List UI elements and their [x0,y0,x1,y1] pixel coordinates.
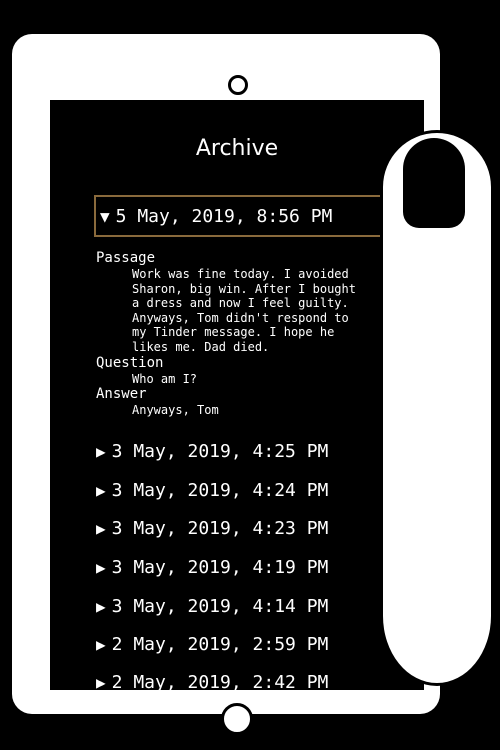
screen: Archive ▼ 5 May, 2019, 8:56 PM Passage W… [50,100,424,690]
entry-timestamp: 5 May, 2019, 8:56 PM [115,205,333,227]
entry-timestamp: 3 May, 2019, 4:14 PM [111,596,329,617]
triangle-right-icon: ▶ [96,519,106,538]
question-text: Who am I? [132,371,198,386]
triangle-down-icon: ▼ [100,206,110,226]
entry-timestamp: 2 May, 2019, 2:42 PM [111,672,329,690]
entry-detail: Passage Work was fine today. I avoided S… [96,250,396,418]
triangle-right-icon: ▶ [96,481,106,500]
triangle-right-icon: ▶ [96,673,106,690]
finger-illustration [380,130,494,686]
fingernail [403,138,465,228]
archive-entry[interactable]: ▶ 3 May, 2019, 4:23 PM [96,518,328,539]
passage-text: Work was fine today. I avoided Sharon, b… [96,267,396,355]
archive-entry[interactable]: ▶ 3 May, 2019, 4:25 PM [96,441,328,462]
entry-timestamp: 3 May, 2019, 4:19 PM [111,557,329,578]
question-label: Question [96,354,164,371]
entry-timestamp: 3 May, 2019, 4:25 PM [111,441,329,462]
entry-timestamp: 2 May, 2019, 2:59 PM [111,634,329,655]
tablet-device: Archive ▼ 5 May, 2019, 8:56 PM Passage W… [12,34,440,735]
archive-entry[interactable]: ▶ 3 May, 2019, 4:19 PM [96,557,328,578]
passage-line: Sharon, big win. After I bought [132,281,356,296]
archive-entry[interactable]: ▶ 2 May, 2019, 2:42 PM [96,672,328,690]
triangle-right-icon: ▶ [96,442,106,461]
archive-entry-expanded[interactable]: ▼ 5 May, 2019, 8:56 PM [94,195,388,237]
passage-line: my Tinder message. I hope he [132,325,335,340]
entry-timestamp: 3 May, 2019, 4:24 PM [111,480,329,501]
passage-line: a dress and now I feel guilty. [132,296,349,311]
camera-icon [228,75,248,95]
triangle-right-icon: ▶ [96,558,106,577]
archive-entry[interactable]: ▶ 2 May, 2019, 2:59 PM [96,634,328,655]
archive-entry[interactable]: ▶ 3 May, 2019, 4:24 PM [96,480,328,501]
answer-text: Anyways, Tom [132,403,219,418]
entry-timestamp: 3 May, 2019, 4:23 PM [111,518,329,539]
triangle-right-icon: ▶ [96,597,106,616]
passage-line: Anyways, Tom didn't respond to [132,310,349,325]
archive-entry[interactable]: ▶ 3 May, 2019, 4:14 PM [96,596,328,617]
passage-label: Passage [96,250,156,266]
triangle-right-icon: ▶ [96,635,106,654]
answer-label: Answer [96,386,147,403]
page-title: Archive [195,136,279,161]
passage-line: likes me. Dad died. [132,339,270,354]
passage-line: Work was fine today. I avoided [132,267,349,281]
home-button[interactable] [221,703,253,735]
